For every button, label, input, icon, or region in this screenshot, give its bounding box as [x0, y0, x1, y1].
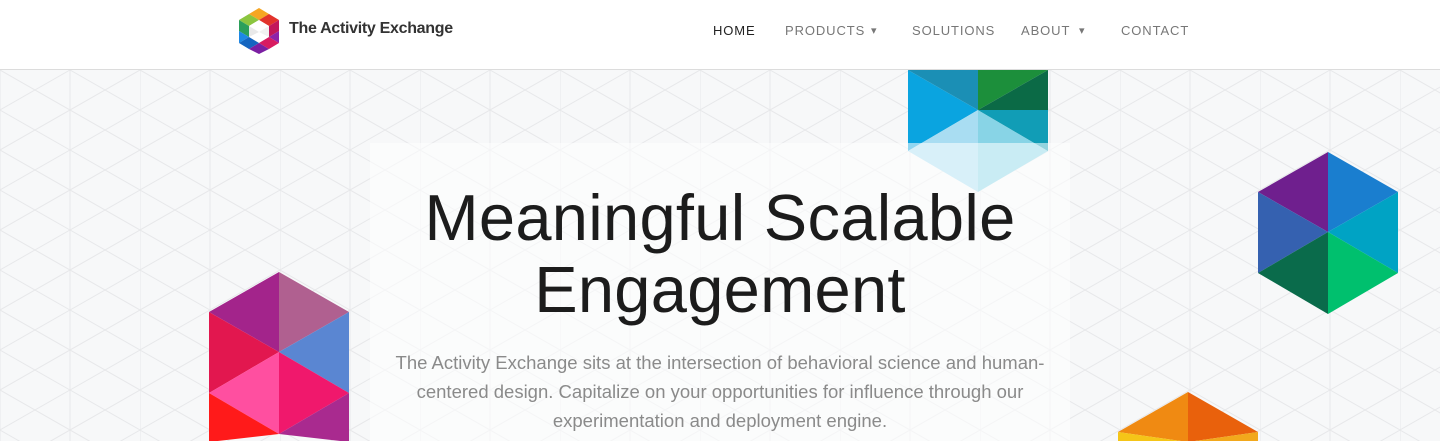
nav-contact[interactable]: CONTACT: [1121, 23, 1189, 38]
hero-section: Meaningful Scalable Engagement The Activ…: [0, 70, 1440, 441]
hero-subtitle: The Activity Exchange sits at the inters…: [395, 352, 1045, 431]
nav-products[interactable]: PRODUCTS: [785, 23, 865, 38]
hexagon-orange-graphic: [1118, 392, 1258, 441]
headline-line-2: Engagement: [534, 253, 906, 326]
nav-about[interactable]: ABOUT: [1021, 23, 1070, 38]
hexagon-magenta-red-graphic: [209, 272, 349, 441]
nav-home[interactable]: HOME: [713, 23, 756, 38]
headline-line-1: Meaningful Scalable: [424, 181, 1016, 254]
hexagon-purple-green-graphic: [1258, 152, 1398, 314]
site-header: The Activity Exchange HOME PRODUCTS ▾ SO…: [0, 0, 1440, 70]
logo-icon[interactable]: [239, 8, 279, 54]
hero-headline: Meaningful Scalable Engagement: [370, 182, 1070, 326]
products-dropdown-icon[interactable]: ▾: [871, 24, 877, 37]
nav-solutions[interactable]: SOLUTIONS: [912, 23, 995, 38]
about-dropdown-icon[interactable]: ▾: [1079, 24, 1085, 37]
brand-name[interactable]: The Activity Exchange: [289, 20, 453, 38]
